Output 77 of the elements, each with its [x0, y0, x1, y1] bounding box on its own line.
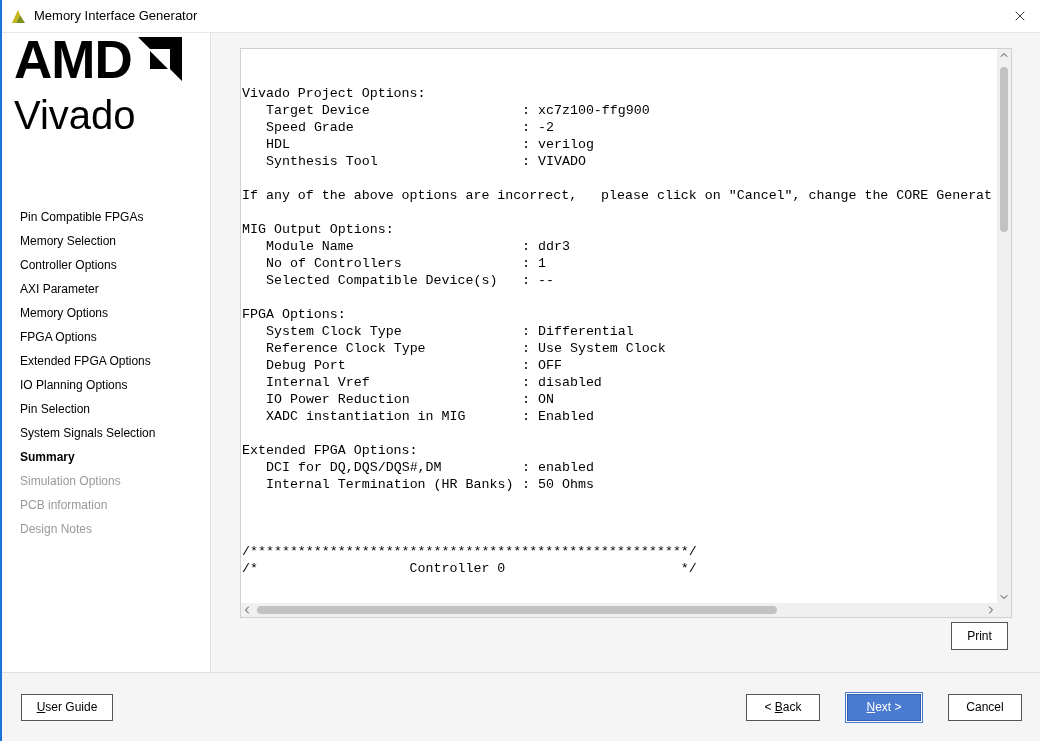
option-label: Debug Port [265, 357, 347, 374]
option-value: OFF [538, 357, 562, 374]
option-separator: : [522, 136, 531, 153]
print-button[interactable]: Print [951, 622, 1008, 650]
user-guide-button[interactable]: User Guide [21, 693, 113, 721]
option-label: IO Power Reduction [265, 391, 411, 408]
option-separator: : [522, 255, 531, 272]
option-label: Selected Compatible Device(s) [265, 272, 499, 289]
option-value: Enabled [538, 408, 594, 425]
note-text: If any of the above options are incorrect, please click on "Cancel", change the CORE Generat [242, 188, 993, 203]
option-label: Target Device [265, 102, 371, 119]
option-separator: : [522, 119, 531, 136]
option-value: enabled [538, 459, 594, 476]
comment-line: /* Controller 0 */ [242, 561, 697, 576]
option-value: VIVADO [538, 153, 586, 170]
option-separator: : [522, 374, 531, 391]
option-value: -- [538, 272, 554, 289]
option-separator: : [522, 323, 531, 340]
option-separator: : [522, 408, 531, 425]
option-separator: : [522, 357, 531, 374]
comment-line: /*******************************************************/ [242, 544, 697, 559]
sidebar-step[interactable]: FPGA Options [20, 328, 210, 346]
horizontal-scrollbar[interactable] [241, 603, 997, 617]
option-value: xc7z100-ffg900 [538, 102, 650, 119]
cancel-button[interactable]: Cancel [948, 693, 1022, 721]
option-label: Internal Vref [265, 374, 371, 391]
sidebar-step[interactable]: Pin Selection [20, 400, 210, 418]
option-separator: : [522, 391, 531, 408]
brand-logo-text: AMD [14, 35, 132, 85]
option-label: Module Name [265, 238, 355, 255]
option-label: No of Controllers [265, 255, 403, 272]
option-value: ON [538, 391, 554, 408]
sidebar-step[interactable]: System Signals Selection [20, 424, 210, 442]
option-separator: : [522, 476, 531, 493]
sidebar-step[interactable]: Controller Options [20, 256, 210, 274]
option-separator: : [522, 238, 531, 255]
brand-mark-icon [137, 37, 182, 81]
option-separator: : [522, 459, 531, 476]
option-label: Reference Clock Type [265, 340, 427, 357]
option-label: DCI for DQ,DQS/DQS#,DM [265, 459, 443, 476]
option-value: disabled [538, 374, 602, 391]
window-title: Memory Interface Generator [34, 7, 198, 26]
option-value: 1 [538, 255, 546, 272]
option-label: XADC instantiation in MIG [265, 408, 467, 425]
sidebar-step[interactable]: Summary [20, 448, 210, 466]
sidebar-step[interactable]: Memory Options [20, 304, 210, 322]
option-value: verilog [538, 136, 594, 153]
next-button[interactable]: Next > [847, 693, 921, 721]
option-label: Internal Termination (HR Banks) [265, 476, 515, 493]
section-heading: MIG Output Options: [242, 221, 395, 238]
app-logo-icon [10, 8, 26, 24]
option-label: System Clock Type [265, 323, 403, 340]
option-value: Use System Clock [538, 340, 666, 357]
section-heading: Vivado Project Options: [242, 85, 427, 102]
sidebar-step[interactable]: Pin Compatible FPGAs [20, 208, 210, 226]
scroll-thumb[interactable] [1000, 67, 1008, 232]
scroll-thumb[interactable] [257, 606, 777, 614]
option-label: Speed Grade [265, 119, 355, 136]
option-value: 50 Ohms [538, 476, 594, 493]
sidebar-step[interactable]: AXI Parameter [20, 280, 210, 298]
option-separator: : [522, 153, 531, 170]
vertical-scrollbar[interactable] [997, 49, 1011, 617]
option-value: Differential [538, 323, 634, 340]
sidebar-step[interactable]: IO Planning Options [20, 376, 210, 394]
option-label: HDL [265, 136, 291, 153]
section-heading: FPGA Options: [242, 306, 347, 323]
option-separator: : [522, 340, 531, 357]
sidebar-step[interactable]: Extended FPGA Options [20, 352, 210, 370]
option-separator: : [522, 102, 531, 119]
option-separator: : [522, 272, 531, 289]
section-heading: Extended FPGA Options: [242, 442, 419, 459]
option-value: -2 [538, 119, 554, 136]
sidebar-step[interactable]: Memory Selection [20, 232, 210, 250]
option-label: Synthesis Tool [265, 153, 379, 170]
product-logo-text: Vivado [14, 92, 136, 139]
option-value: ddr3 [538, 238, 570, 255]
back-button[interactable]: < Back [746, 693, 820, 721]
